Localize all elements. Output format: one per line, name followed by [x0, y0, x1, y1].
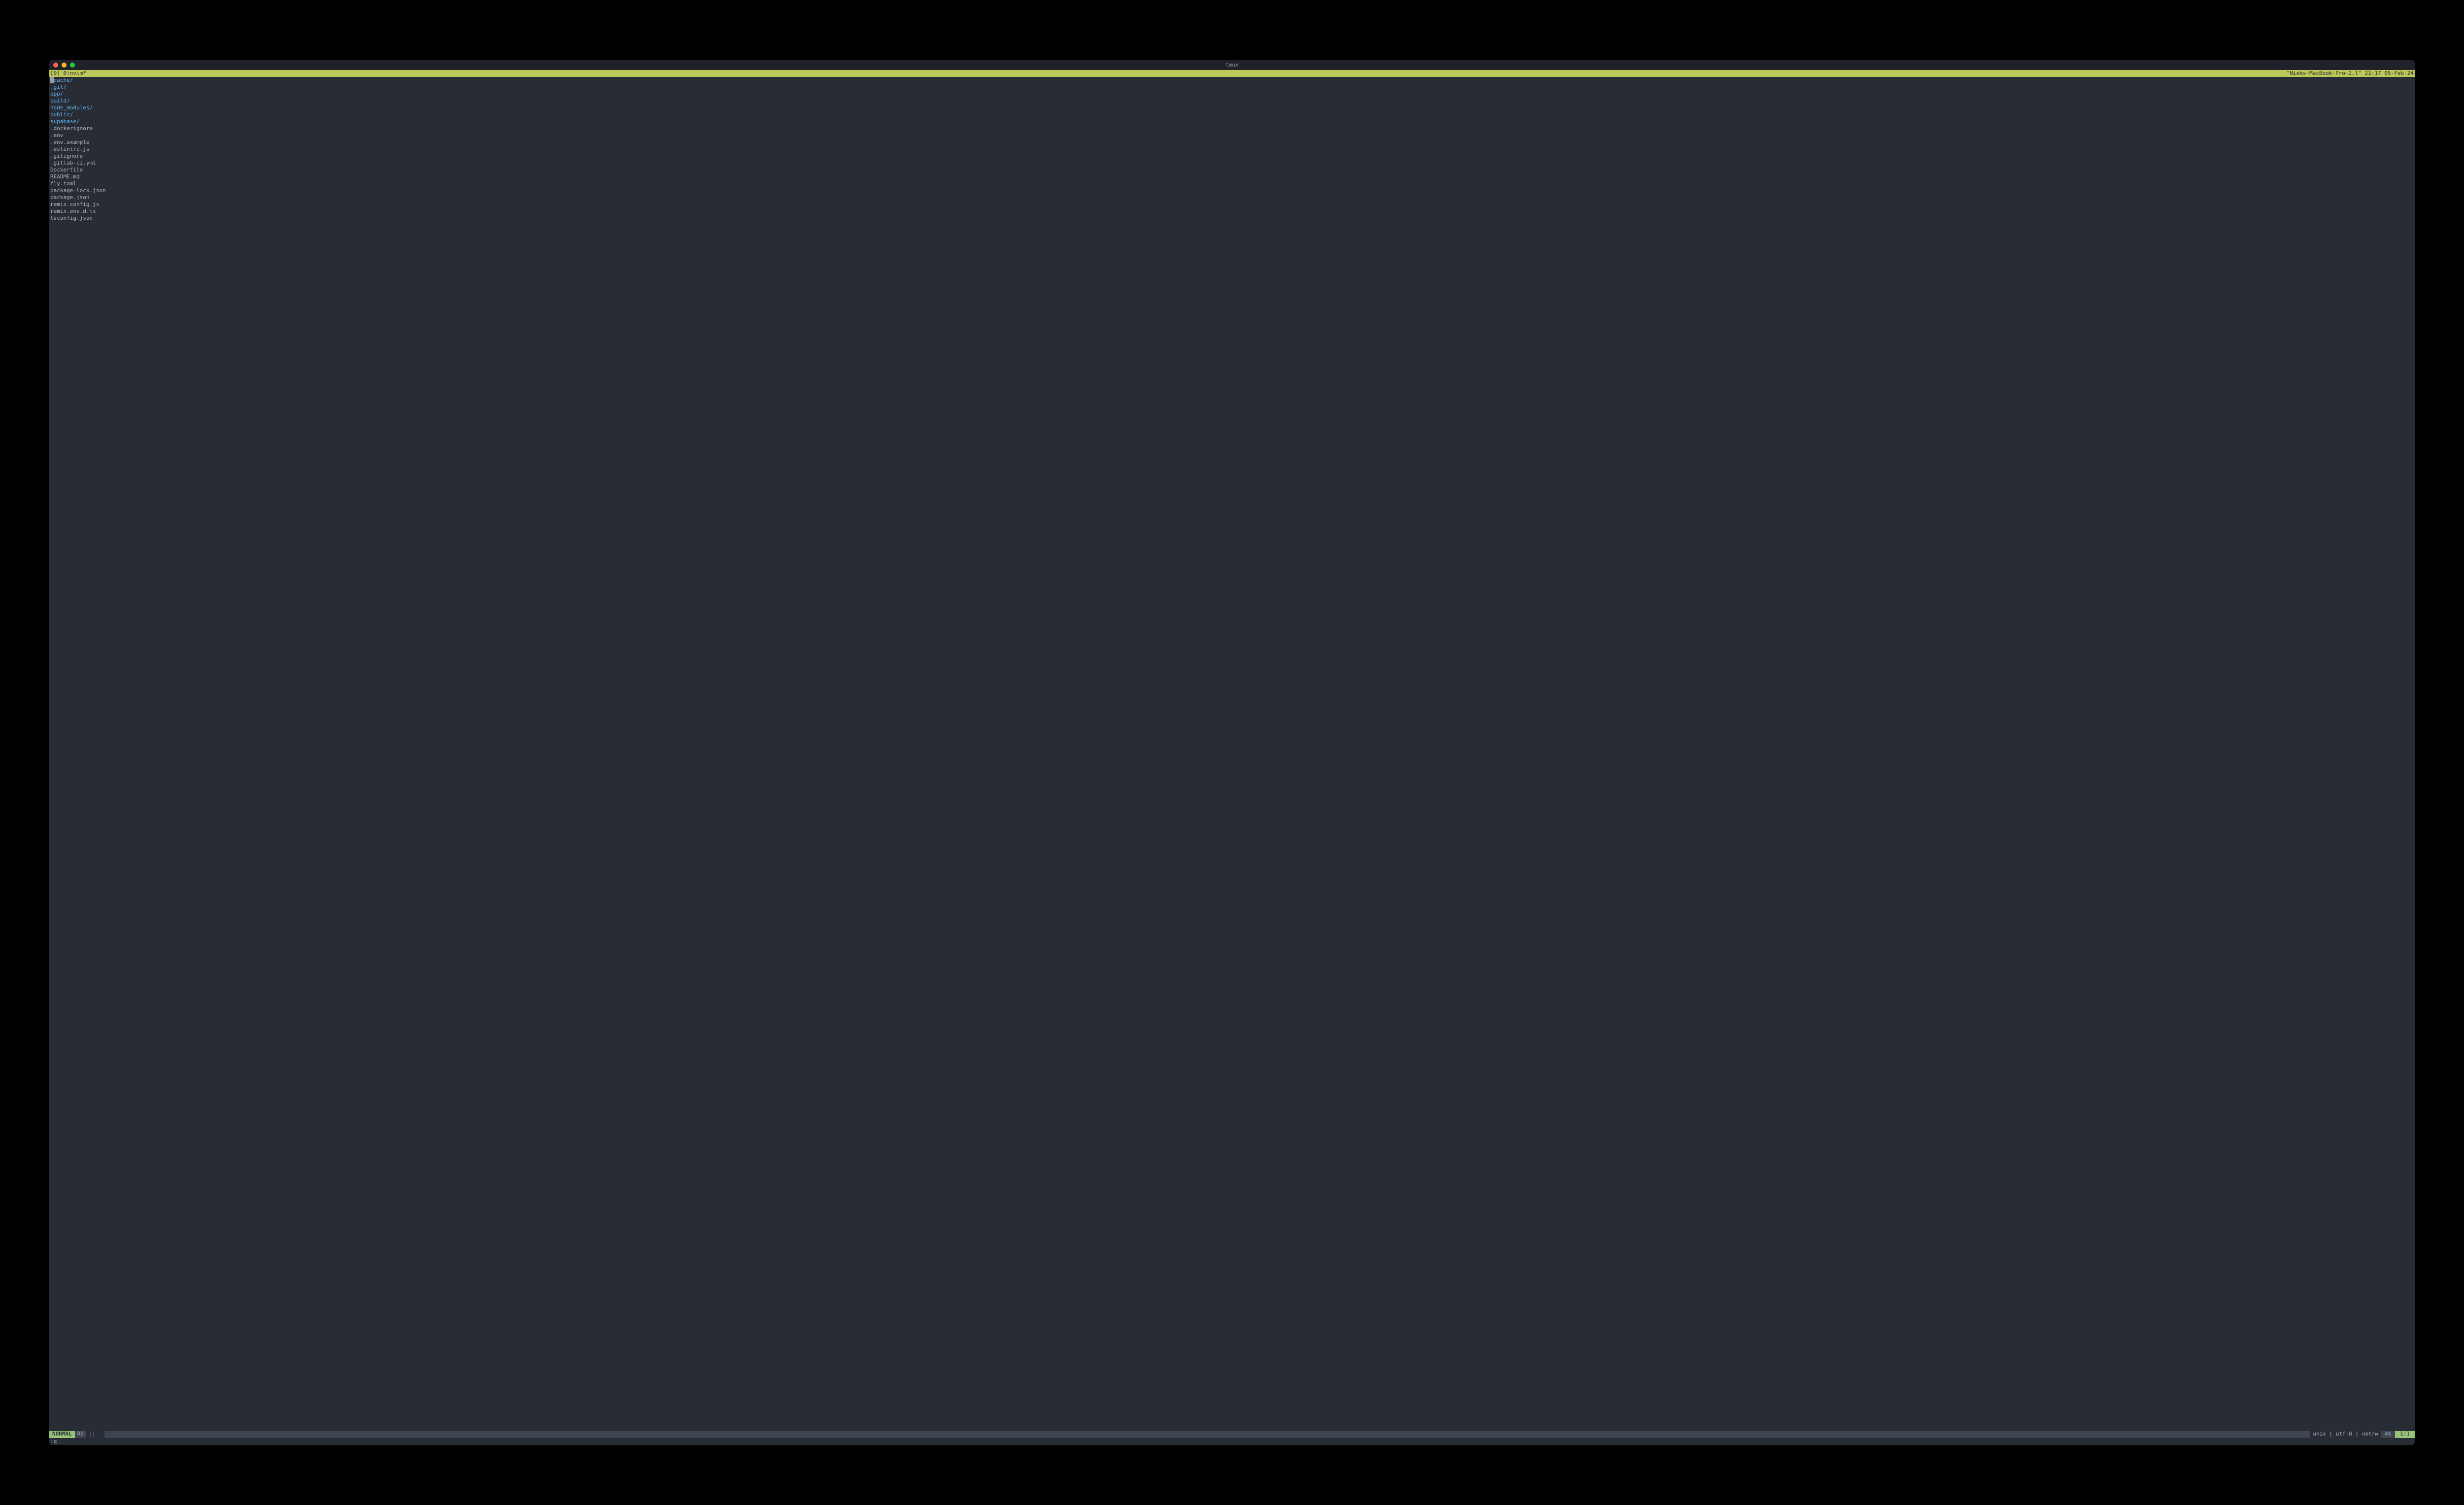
- empty-line: [50, 311, 2414, 318]
- empty-line: [50, 374, 2414, 380]
- terminal-window: tmux [0] 0:nvim* "Nieks-MacBook-Pro-2.l"…: [49, 60, 2415, 1445]
- empty-line: [50, 284, 2414, 291]
- netrw-entry[interactable]: .env.example: [50, 139, 2414, 146]
- netrw-listing: .cache/ .git/app/build/node_modules/publ…: [50, 77, 2414, 456]
- empty-line: [50, 242, 2414, 249]
- empty-line: [50, 443, 2414, 449]
- tmux-host-clock: "Nieks-MacBook-Pro-2.l" 21:17 05-Feb-24: [2287, 70, 2414, 77]
- cursor: .: [50, 77, 54, 83]
- empty-line: [50, 387, 2414, 394]
- empty-line: [50, 353, 2414, 360]
- empty-line: [50, 229, 2414, 236]
- netrw-entry[interactable]: build/: [50, 98, 2414, 104]
- editor-content[interactable]: .cache/ .git/app/build/node_modules/publ…: [49, 77, 2415, 1431]
- close-button[interactable]: [53, 63, 58, 68]
- netrw-entry[interactable]: node_modules/: [50, 104, 2414, 111]
- empty-line: [50, 408, 2414, 415]
- netrw-entry[interactable]: public/: [50, 111, 2414, 118]
- cursor-position: 1:1: [2395, 1431, 2415, 1438]
- command-line[interactable]: :q: [49, 1438, 2415, 1445]
- file-encoding: unix | utf-8 | netrw: [2310, 1431, 2380, 1438]
- netrw-entry[interactable]: .git/: [50, 84, 2414, 91]
- empty-line: [50, 394, 2414, 401]
- empty-line: [50, 298, 2414, 305]
- empty-line: [50, 380, 2414, 387]
- empty-line: [50, 256, 2414, 263]
- empty-line: [50, 222, 2414, 229]
- mode-indicator: NORMAL: [49, 1431, 75, 1438]
- empty-line: [50, 270, 2414, 277]
- empty-line: [50, 277, 2414, 284]
- empty-line: [50, 449, 2414, 456]
- netrw-entry[interactable]: .eslintrc.js: [50, 146, 2414, 153]
- empty-line: [50, 339, 2414, 346]
- netrw-entry[interactable]: .gitlab-ci.yml: [50, 160, 2414, 167]
- empty-line: [50, 263, 2414, 270]
- traffic-lights: [53, 63, 75, 68]
- netrw-entry[interactable]: .gitignore: [50, 153, 2414, 160]
- empty-line: [50, 291, 2414, 298]
- netrw-entry-name: cache/: [54, 77, 73, 83]
- empty-line: [50, 422, 2414, 429]
- netrw-entry[interactable]: remix.config.js: [50, 201, 2414, 208]
- empty-line: [50, 360, 2414, 367]
- scroll-percent: 4%: [2381, 1431, 2395, 1438]
- empty-line: [50, 429, 2414, 436]
- netrw-entry[interactable]: Dockerfile: [50, 167, 2414, 173]
- empty-line: [50, 415, 2414, 422]
- netrw-entry[interactable]: .dockerignore: [50, 125, 2414, 132]
- empty-line: [50, 318, 2414, 325]
- empty-line: [50, 236, 2414, 242]
- readonly-indicator: RO: [75, 1431, 86, 1438]
- vim-statusline: NORMAL RO || - unix | utf-8 | netrw 4% 1…: [49, 1431, 2415, 1438]
- netrw-entry[interactable]: README.md: [50, 173, 2414, 180]
- empty-line: [50, 249, 2414, 256]
- maximize-button[interactable]: [70, 63, 75, 68]
- empty-line: [50, 305, 2414, 311]
- netrw-entry[interactable]: fly.toml: [50, 180, 2414, 187]
- titlebar: tmux: [49, 60, 2415, 70]
- netrw-entry[interactable]: package-lock.json: [50, 187, 2414, 194]
- netrw-entry[interactable]: remix.env.d.ts: [50, 208, 2414, 215]
- netrw-entry[interactable]: tsconfig.json: [50, 215, 2414, 222]
- empty-line: [50, 367, 2414, 374]
- empty-line: [50, 346, 2414, 353]
- empty-line: [50, 401, 2414, 408]
- minimize-button[interactable]: [62, 63, 67, 68]
- tmux-statusbar: [0] 0:nvim* "Nieks-MacBook-Pro-2.l" 21:1…: [49, 70, 2415, 77]
- empty-line: [50, 436, 2414, 443]
- empty-line: [50, 332, 2414, 339]
- netrw-entry[interactable]: supabase/: [50, 118, 2414, 125]
- branch-indicator: || -: [86, 1431, 104, 1438]
- netrw-entry[interactable]: package.json: [50, 194, 2414, 201]
- window-title: tmux: [1226, 62, 1239, 69]
- netrw-entry[interactable]: app/: [50, 91, 2414, 98]
- empty-line: [50, 325, 2414, 332]
- netrw-entry[interactable]: .env: [50, 132, 2414, 139]
- netrw-entry-current[interactable]: .cache/: [50, 77, 2414, 84]
- tmux-session-info[interactable]: [0] 0:nvim*: [50, 70, 86, 77]
